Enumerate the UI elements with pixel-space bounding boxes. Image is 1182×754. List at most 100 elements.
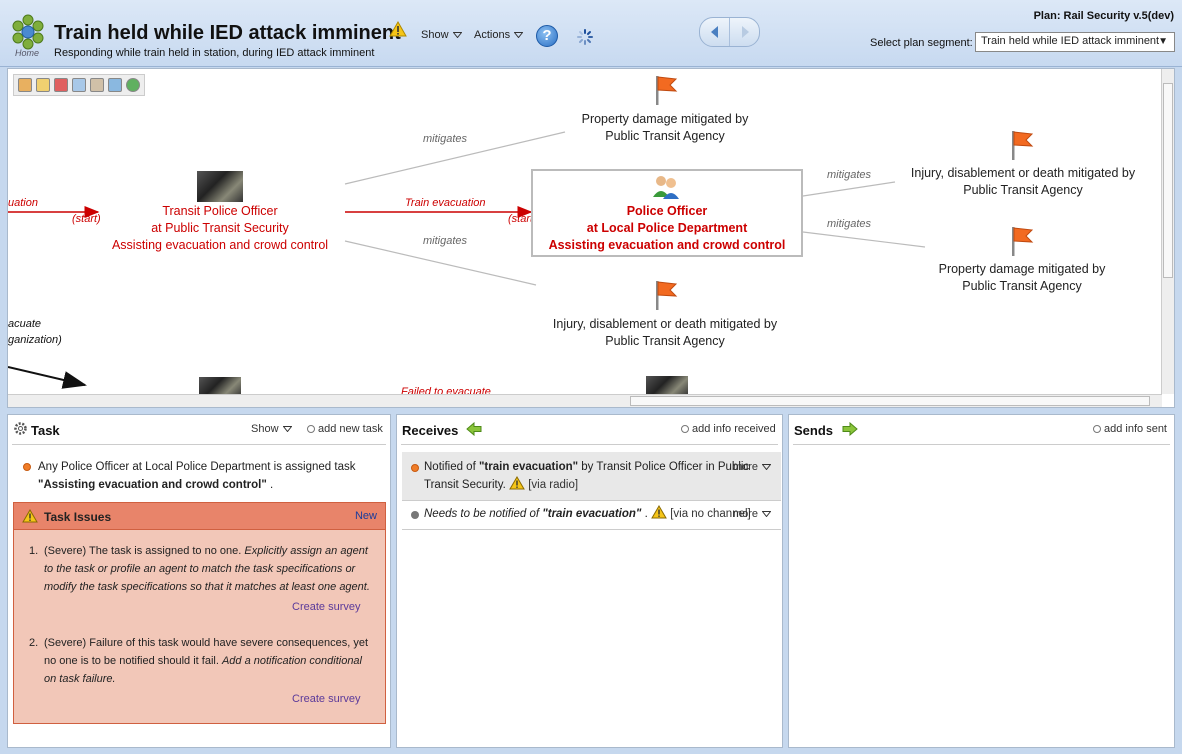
chevron-down-icon	[514, 32, 524, 38]
chevron-down-icon	[282, 426, 292, 432]
scroll-thumb[interactable]	[1163, 83, 1173, 278]
new-issue-link[interactable]: New	[355, 510, 377, 522]
warning-icon	[651, 505, 667, 519]
node-line: Property damage mitigated by	[581, 112, 749, 126]
edge-label-train-evacuation[interactable]: Train evacuation	[405, 197, 486, 209]
node-line: Injury, disablement or death mitigated b…	[552, 317, 778, 331]
sends-panel: Sends add info sent	[788, 414, 1175, 748]
risk-flag-icon	[1012, 227, 1034, 256]
create-survey-link[interactable]: Create survey	[292, 601, 360, 613]
horizontal-scrollbar[interactable]	[8, 394, 1162, 407]
page-subtitle: Responding while train held in station, …	[54, 47, 375, 59]
scroll-thumb[interactable]	[630, 396, 1150, 406]
node-transit-police-officer[interactable]: Transit Police Officer at Public Transit…	[107, 203, 333, 254]
hide-icon[interactable]	[54, 78, 68, 92]
bookmark-icon[interactable]	[36, 78, 50, 92]
assignment-task: "Assisting evacuation and crowd control"	[38, 479, 267, 491]
bullet-icon	[411, 511, 419, 519]
task-issues: Task Issues New 1. (Severe) The task is …	[13, 502, 386, 724]
home-logo-icon[interactable]	[10, 12, 46, 52]
task-show-menu[interactable]: Show	[251, 423, 292, 435]
issue-item: 2. (Severe) Failure of this task would h…	[29, 634, 374, 688]
node-line: Police Officer	[626, 204, 708, 218]
edge-label-incoming[interactable]: uation	[8, 197, 38, 209]
arrow-left-green-icon	[466, 422, 482, 436]
issue-text: (Severe) The task is assigned to no one.	[44, 545, 245, 557]
layout-icon[interactable]	[108, 78, 122, 92]
chevron-down-icon	[762, 464, 771, 470]
segment-select-value: Train held while IED attack imminent	[981, 35, 1160, 47]
issue-item: 1. (Severe) The task is assigned to no o…	[29, 542, 374, 596]
node-risk-injury[interactable]: Injury, disablement or death mitigated b…	[540, 316, 790, 350]
risk-flag-icon	[1012, 131, 1034, 160]
edge-label-mitigates[interactable]: mitigates	[827, 169, 871, 181]
add-info-received-label: add info received	[692, 423, 776, 435]
page-title: Train held while IED attack imminent	[54, 22, 401, 44]
task-issues-title: Task Issues	[44, 510, 112, 524]
task-show-label: Show	[251, 423, 279, 435]
loading-spinner-icon	[577, 29, 593, 45]
received-flow-item[interactable]: Notified of "train evacuation" by Transi…	[402, 452, 781, 501]
flow-info: "train evacuation"	[542, 508, 642, 520]
node-risk-property-damage[interactable]: Property damage mitigated by Public Tran…	[565, 111, 765, 145]
home-label[interactable]: Home	[15, 48, 39, 58]
node-risk-injury[interactable]: Injury, disablement or death mitigated b…	[897, 165, 1149, 199]
vertical-scrollbar[interactable]	[1161, 69, 1174, 394]
forward-button[interactable]	[730, 18, 760, 46]
edge-label-partial[interactable]: acuate	[8, 318, 41, 330]
add-info-sent-button[interactable]: add info sent	[1093, 423, 1167, 435]
show-menu-label: Show	[421, 29, 449, 41]
layers-icon[interactable]	[18, 78, 32, 92]
flow-text: Notified of	[424, 461, 479, 473]
segment-select[interactable]: Train held while IED attack imminent ▼	[975, 32, 1175, 52]
show-menu[interactable]: Show	[421, 29, 462, 41]
task-assignment: Any Police Officer at Local Police Depar…	[22, 458, 382, 494]
more-menu[interactable]: more	[733, 458, 771, 476]
edge-label-mitigates[interactable]: mitigates	[827, 218, 871, 230]
issue-number: 2.	[29, 637, 39, 649]
segment-label: Select plan segment:	[870, 37, 973, 49]
edge-label-mitigates[interactable]: mitigates	[423, 133, 467, 145]
flow-info: "train evacuation"	[478, 461, 579, 473]
dropdown-arrow-icon: ▼	[1158, 36, 1168, 47]
task-panel: Task Show add new task Any Police Office…	[7, 414, 391, 748]
node-line: Assisting evacuation and crowd control	[548, 238, 786, 252]
edge-label-mitigates[interactable]: mitigates	[423, 235, 467, 247]
create-survey-link[interactable]: Create survey	[292, 693, 360, 705]
flow-map[interactable]: uation (start) Train evacuation (start) …	[7, 68, 1175, 408]
node-line: Public Transit Agency	[963, 183, 1083, 197]
back-button[interactable]	[700, 18, 730, 46]
role-photo	[197, 171, 243, 202]
gear-icon	[14, 422, 27, 435]
chevron-down-icon	[452, 32, 462, 38]
node-police-officer[interactable]: Police Officer at Local Police Departmen…	[533, 203, 801, 254]
add-new-task-button[interactable]: add new task	[307, 423, 383, 435]
arrow-left-icon	[711, 26, 718, 38]
node-risk-property-damage[interactable]: Property damage mitigated by Public Tran…	[922, 261, 1122, 295]
add-icon	[307, 425, 315, 433]
node-line: Public Transit Agency	[605, 334, 725, 348]
more-label: more	[732, 461, 758, 473]
edge-label-partial[interactable]: ganization)	[8, 334, 62, 346]
node-line: at Local Police Department	[586, 221, 748, 235]
more-menu[interactable]: more	[733, 505, 771, 523]
node-line: Public Transit Agency	[962, 279, 1082, 293]
refresh-icon[interactable]	[126, 78, 140, 92]
zoom-icon[interactable]	[72, 78, 86, 92]
arrow-right-green-icon	[842, 422, 858, 436]
task-panel-title: Task	[31, 423, 60, 438]
risk-flag-icon	[656, 281, 678, 310]
fit-icon[interactable]	[90, 78, 104, 92]
received-flow-item[interactable]: Needs to be notified of "train evacuatio…	[402, 499, 781, 530]
help-button[interactable]: ?	[536, 25, 558, 47]
add-info-received-button[interactable]: add info received	[681, 423, 776, 435]
actions-menu[interactable]: Actions	[474, 29, 524, 41]
receives-panel: Receives add info received Notified of "…	[396, 414, 783, 748]
actions-menu-label: Actions	[474, 29, 511, 41]
bullet-icon	[411, 464, 419, 472]
node-line: Public Transit Agency	[605, 129, 725, 143]
plan-name: Plan: Rail Security v.5(dev)	[1033, 10, 1174, 22]
assignment-end: .	[270, 479, 274, 491]
node-line: Property damage mitigated by	[938, 262, 1106, 276]
role-photo	[646, 376, 688, 396]
